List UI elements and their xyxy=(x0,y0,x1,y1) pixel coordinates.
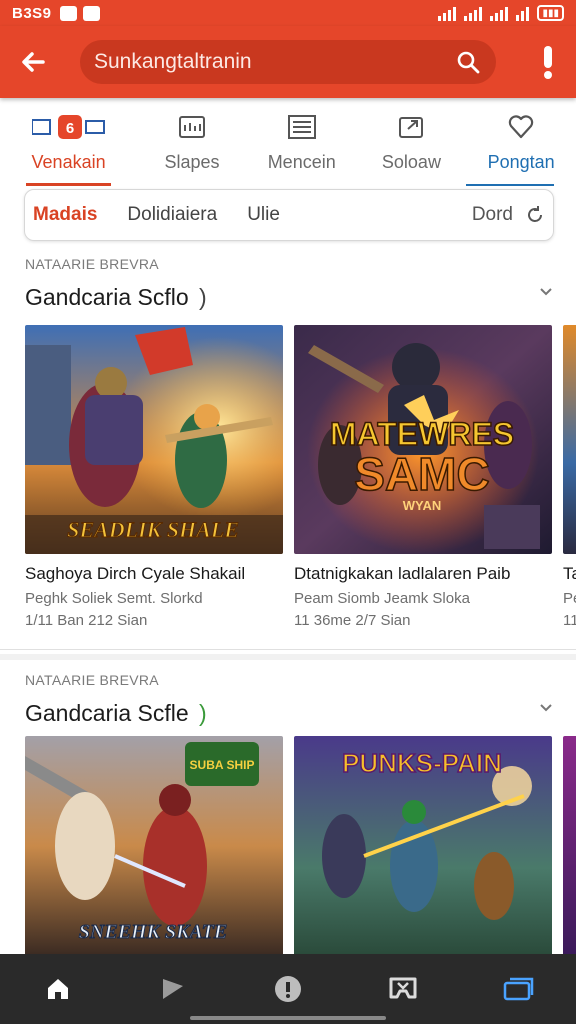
back-button[interactable] xyxy=(16,45,50,79)
filter-chip-dolidiaiera[interactable]: Dolidiaiera xyxy=(127,204,217,226)
signal-icon xyxy=(438,7,457,21)
game-card[interactable]: SEADLIK SHALE Saghoya Dirch Cyale Shakai… xyxy=(25,325,283,629)
library-icon xyxy=(504,977,534,1001)
filter-chip-madais[interactable]: Madais xyxy=(33,204,97,226)
game-card-partial[interactable]: Ta Pe 11 xyxy=(563,325,576,629)
tab-soloaw[interactable]: Soloaw xyxy=(357,98,467,186)
nav-library[interactable] xyxy=(490,961,546,1017)
game-art-title: PUNKS-PAIN xyxy=(342,748,502,778)
game-card[interactable]: MATEWRES SAMC WYAN Dtatnigkakan ladlalar… xyxy=(294,325,552,629)
section-featured-2: NATAARIE BREVRA Gandcaria Scfle ) SUBA S… xyxy=(0,654,576,956)
top-app-bar: Sunkangtaltranin xyxy=(0,26,576,98)
nav-info[interactable] xyxy=(260,961,316,1017)
game-thumbnail[interactable]: SEADLIK SHALE xyxy=(25,325,283,554)
section-title[interactable]: Gandcaria Scflo ) xyxy=(25,284,207,311)
alert-button[interactable] xyxy=(536,42,560,82)
play-icon xyxy=(162,979,183,999)
game-meta: 11 xyxy=(563,612,576,629)
game-art-title: SEADLIK SHALE xyxy=(67,517,239,542)
grid-icon xyxy=(178,112,206,142)
game-art-title-line1: MATEWRES xyxy=(330,416,514,452)
nav-games[interactable] xyxy=(375,961,431,1017)
tab-label: Pongtan xyxy=(487,152,555,172)
game-thumbnail[interactable]: SUBA SHIP SNEEHK SKATE xyxy=(25,736,283,956)
gamepad-icon xyxy=(389,977,417,999)
section-kicker: NATAARIE BREVRA xyxy=(25,672,159,688)
game-developer: Pe xyxy=(563,590,576,607)
game-thumbnail[interactable] xyxy=(563,325,576,554)
status-bar: B3S9 ▮▮▮ xyxy=(0,0,576,26)
chevron-down-icon[interactable] xyxy=(538,700,554,716)
exclamation-icon xyxy=(544,46,552,79)
game-card-partial[interactable] xyxy=(563,736,576,956)
game-title: Ta xyxy=(563,564,576,583)
game-thumbnail[interactable] xyxy=(563,736,576,956)
game-art-badge: SUBA SHIP xyxy=(190,758,255,772)
game-card[interactable]: PUNKS-PAIN xyxy=(294,736,552,956)
card-row: SUBA SHIP SNEEHK SKATE PUNKS-PAIN xyxy=(25,736,576,956)
arrow-left-icon xyxy=(22,52,45,72)
nav-home[interactable] xyxy=(30,961,86,1017)
search-bar[interactable]: Sunkangtaltranin xyxy=(80,40,496,84)
refresh-icon xyxy=(528,206,542,222)
game-card[interactable]: SUBA SHIP SNEEHK SKATE xyxy=(25,736,283,956)
section-title-text: Gandcaria Scflo xyxy=(25,284,189,310)
home-indicator xyxy=(190,1016,386,1020)
filter-dropdown[interactable]: Dord xyxy=(472,204,545,226)
list-icon xyxy=(287,112,317,142)
bottom-navigation xyxy=(0,954,576,1024)
home-icon xyxy=(47,979,68,999)
tab-mencein[interactable]: Mencein xyxy=(247,98,357,186)
game-thumbnail[interactable]: PUNKS-PAIN xyxy=(294,736,552,956)
section-title-text: Gandcaria Scfle xyxy=(25,700,189,726)
arrow-icon: ) xyxy=(192,700,207,726)
app-logo-icon: 6 xyxy=(31,112,106,142)
arrow-icon: ) xyxy=(192,284,207,310)
wifi-icon xyxy=(516,7,530,21)
section-featured-1: NATAARIE BREVRA Gandcaria Scflo ) SEADLI… xyxy=(0,246,576,650)
tab-label: Slapes xyxy=(164,152,220,172)
battery-icon: ▮▮▮ xyxy=(537,5,564,21)
search-icon[interactable] xyxy=(454,48,482,76)
signal-icon-2 xyxy=(464,7,483,21)
tab-pongtan[interactable]: Pongtan xyxy=(466,98,576,186)
notification-icon xyxy=(59,5,77,21)
tab-venakain[interactable]: 6 Venakain xyxy=(0,98,137,186)
game-developer: Peghk Soliek Semt. Slorkd xyxy=(25,590,203,607)
nav-play[interactable] xyxy=(145,961,201,1017)
filter-bar: Madais Dolidiaiera Ulie Dord xyxy=(24,189,554,241)
game-meta: 1/11 Ban 212 Sian xyxy=(25,612,148,629)
card-row: SEADLIK SHALE Saghoya Dirch Cyale Shakai… xyxy=(25,325,576,629)
heart-icon xyxy=(507,112,535,142)
game-art-subtitle: WYAN xyxy=(403,498,442,513)
section-kicker: NATAARIE BREVRA xyxy=(25,256,159,272)
section-title[interactable]: Gandcaria Scfle ) xyxy=(25,700,207,727)
game-meta: 11 36me 2/7 Sian xyxy=(294,612,411,629)
category-tabs: 6 Venakain Slapes Mencein Soloaw Pongtan xyxy=(0,98,576,186)
svg-text:6: 6 xyxy=(65,120,73,137)
game-art-title: SNEEHK SKATE xyxy=(79,921,227,943)
game-title: Saghoya Dirch Cyale Shakail xyxy=(25,564,246,583)
tab-slapes[interactable]: Slapes xyxy=(137,98,247,186)
message-icon xyxy=(82,5,100,21)
filter-chip-ulie[interactable]: Ulie xyxy=(247,204,280,226)
tab-label: Soloaw xyxy=(381,152,441,172)
status-time: B3S9 xyxy=(12,4,52,22)
game-title: Dtatnigkakan ladlalaren Paib xyxy=(294,564,511,583)
filter-dropdown-label: Dord xyxy=(471,204,513,225)
game-art-title-line2: SAMC xyxy=(354,448,489,500)
game-thumbnail[interactable]: MATEWRES SAMC WYAN xyxy=(294,325,552,554)
signal-icon-3 xyxy=(490,7,509,21)
info-icon xyxy=(274,976,301,1002)
app-screen: B3S9 ▮▮▮ Sunkangtaltranin 6 Venakain Sla… xyxy=(0,0,576,1024)
chevron-down-icon[interactable] xyxy=(538,284,554,300)
tab-label: Mencein xyxy=(267,152,336,172)
game-developer: Peam Siomb Jeamk Sloka xyxy=(294,590,470,607)
search-input[interactable]: Sunkangtaltranin xyxy=(94,50,454,74)
tab-label: Venakain xyxy=(31,152,106,172)
share-icon xyxy=(397,112,425,142)
